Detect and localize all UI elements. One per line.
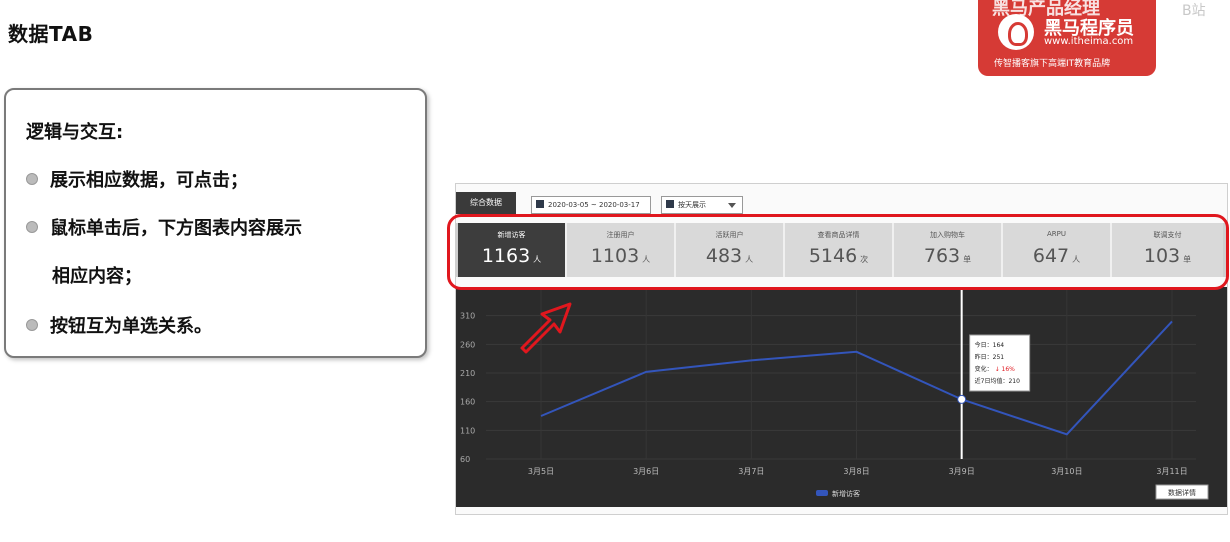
- data-point-hover: [957, 394, 967, 404]
- brand-logo: 黑马产品经理 黑马程序员 www.itheima.com 传智播客旗下高端IT教…: [978, 0, 1156, 76]
- x-tick-label: 3月5日: [528, 467, 554, 476]
- logo-url: www.itheima.com: [1044, 36, 1134, 47]
- watermark: B站: [1182, 3, 1206, 19]
- legend-label: 新增访客: [832, 489, 860, 498]
- note-bullet: 按钮互为单选关系。: [26, 312, 212, 338]
- y-tick-label: 310: [460, 312, 475, 321]
- legend-swatch: [816, 490, 828, 496]
- x-tick-label: 3月6日: [633, 467, 659, 476]
- calendar-icon: [536, 200, 544, 208]
- y-tick-label: 210: [460, 369, 475, 378]
- page-title: 数据TAB: [8, 22, 94, 46]
- x-tick-label: 3月7日: [738, 467, 764, 476]
- chevron-down-icon: [728, 203, 736, 208]
- highlight-box: [447, 214, 1229, 290]
- note-bullet: 展示相应数据，可点击；: [26, 166, 248, 192]
- x-tick-label: 3月11日: [1156, 467, 1187, 476]
- view-mode-select[interactable]: 按天展示: [661, 196, 743, 214]
- x-tick-label: 3月9日: [949, 467, 975, 476]
- chart-tooltip: 今日：164 昨日：251 变化： ↓ 16% 近7日均值：210: [969, 334, 1031, 392]
- calendar-icon: [666, 200, 674, 208]
- y-tick-label: 260: [460, 340, 475, 349]
- tooltip-line: 变化： ↓ 16%: [975, 365, 1015, 373]
- pointer-arrow-icon: [520, 302, 572, 354]
- x-tick-label: 3月8日: [843, 467, 869, 476]
- tab-overview[interactable]: 综合数据: [456, 192, 516, 214]
- logo-slogan: 传智播客旗下高端IT教育品牌: [994, 59, 1111, 69]
- x-tick-label: 3月10日: [1051, 467, 1082, 476]
- data-detail-button-label: 数据详情: [1168, 488, 1196, 497]
- y-tick-label: 110: [460, 426, 475, 435]
- bullet-dot-icon: [26, 221, 38, 233]
- bullet-dot-icon: [26, 173, 38, 185]
- date-range-picker[interactable]: 2020-03-05 ~ 2020-03-17: [531, 196, 651, 214]
- y-tick-label: 60: [460, 455, 470, 464]
- bullet-dot-icon: [26, 319, 38, 331]
- note-bullet-continued: 相应内容；: [52, 266, 142, 287]
- y-tick-label: 160: [460, 398, 475, 407]
- tooltip-line: 昨日：251: [975, 353, 1005, 361]
- tooltip-line: 近7日均值：210: [975, 377, 1020, 385]
- note-bullet: 鼠标单击后，下方图表内容展示: [26, 214, 302, 240]
- logic-note-box: 逻辑与交互: 展示相应数据，可点击； 鼠标单击后，下方图表内容展示 相应内容； …: [4, 88, 427, 358]
- note-heading: 逻辑与交互:: [26, 122, 124, 143]
- tooltip-line: 今日：164: [975, 341, 1005, 349]
- logo-emblem-icon: [998, 14, 1034, 50]
